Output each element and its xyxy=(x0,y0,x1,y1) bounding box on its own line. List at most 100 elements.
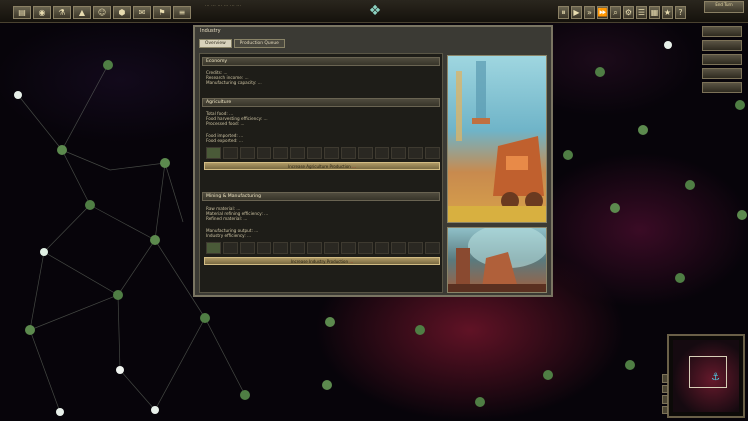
facility-slot[interactable] xyxy=(425,147,441,160)
facility-slot[interactable] xyxy=(222,242,238,255)
list-icon[interactable]: ☰ xyxy=(636,6,647,19)
minimap-zoom-button[interactable] xyxy=(662,395,668,404)
research-icon[interactable]: ⚗ xyxy=(53,6,71,19)
facility-slot[interactable] xyxy=(374,242,390,255)
section-header: Economy xyxy=(202,57,440,66)
diplomacy-icon[interactable]: ✉ xyxy=(133,6,151,19)
side-menu-button[interactable] xyxy=(702,40,742,51)
star-system xyxy=(113,290,123,300)
industry-illustration xyxy=(447,227,547,293)
tab-production-queue[interactable]: Production Queue xyxy=(233,39,285,48)
star-system xyxy=(664,41,672,49)
minimap[interactable]: ⚓ xyxy=(662,334,745,418)
star-icon[interactable]: ★ xyxy=(662,6,673,19)
bar-label: Increase Agriculture Production xyxy=(288,164,351,170)
top-toolbar: ▤ ◉ ⚗ ▲ ☺ ⬢ ✉ ⚑ ≡ ... ... ... ... ... ... ❖ ⏸ ▶» ⏩… xyxy=(0,0,748,23)
minimap-controls xyxy=(662,374,668,414)
facility-slot[interactable] xyxy=(273,242,289,255)
fast-icon[interactable]: » xyxy=(584,6,595,19)
facility-slot[interactable] xyxy=(374,147,390,160)
facility-slot[interactable] xyxy=(324,242,339,255)
facility-slot[interactable] xyxy=(290,242,306,255)
facility-slot[interactable] xyxy=(273,147,289,160)
facility-slot[interactable] xyxy=(324,147,339,160)
resource-readout: ... ... ... ... ... ... xyxy=(205,2,242,7)
star-system xyxy=(563,150,573,160)
minimap-zoom-button[interactable] xyxy=(662,384,668,393)
play-icon[interactable]: ▶ xyxy=(571,6,582,19)
side-menu-button[interactable] xyxy=(702,68,742,79)
facility-slot[interactable] xyxy=(340,147,356,160)
tab-overview[interactable]: Overview xyxy=(199,39,232,48)
factory-artwork xyxy=(448,228,546,292)
people-icon[interactable]: ☺ xyxy=(93,6,111,19)
star-system xyxy=(322,380,332,390)
settings-icon[interactable]: ⚙ xyxy=(623,6,634,19)
side-menu xyxy=(702,26,742,93)
info-line: Manufacturing capacity: ... xyxy=(206,80,262,86)
empire-icon[interactable]: ⚑ xyxy=(153,6,171,19)
agriculture-slots xyxy=(206,147,441,160)
minimap-zoom-button[interactable] xyxy=(662,374,668,383)
facility-slot[interactable] xyxy=(239,242,255,255)
star-system xyxy=(240,390,250,400)
minimap-view-area[interactable]: ⚓ xyxy=(673,340,739,412)
facility-slot[interactable] xyxy=(425,242,441,255)
design-icon[interactable]: ⬢ xyxy=(113,6,131,19)
minimap-zoom-button[interactable] xyxy=(662,405,668,414)
grid-icon[interactable]: ▦ xyxy=(649,6,660,19)
end-turn-button[interactable]: End Turn xyxy=(704,1,744,13)
star-system xyxy=(56,408,64,416)
bar-warning: ... xyxy=(349,259,354,265)
star-system xyxy=(638,125,648,135)
minimap-viewport[interactable] xyxy=(689,356,727,388)
facility-slot[interactable] xyxy=(340,242,356,255)
star-system xyxy=(57,145,67,155)
menu-icon[interactable]: ▤ xyxy=(13,6,31,19)
window-tabs: Overview Production Queue xyxy=(199,39,285,48)
star-system xyxy=(103,60,113,70)
bar-label: Increase Industry Production xyxy=(290,259,349,265)
industry-action-bar[interactable]: Increase Industry Production ... xyxy=(204,257,440,266)
facility-slot[interactable] xyxy=(256,242,272,255)
window-title: Industry xyxy=(200,28,221,34)
star-system xyxy=(415,325,425,335)
agriculture-illustration xyxy=(447,55,547,223)
star-system xyxy=(610,203,620,213)
facility-slot[interactable] xyxy=(307,147,323,160)
economy-section: Economy Credits: ... Research income: ..… xyxy=(202,57,440,86)
facility-slot[interactable] xyxy=(357,242,373,255)
agriculture-action-bar[interactable]: Increase Agriculture Production ... xyxy=(204,162,440,171)
facility-slot[interactable] xyxy=(307,242,323,255)
facility-slot[interactable] xyxy=(391,147,407,160)
agriculture-section: Agriculture Total food: ... Food harvest… xyxy=(202,98,441,171)
star-system xyxy=(14,91,22,99)
farm-machine-artwork xyxy=(448,61,546,222)
facility-slot[interactable] xyxy=(357,147,373,160)
facility-slot[interactable] xyxy=(391,242,407,255)
zoom-icon[interactable]: ⌕ xyxy=(610,6,621,19)
star-system xyxy=(595,67,605,77)
facility-slot[interactable] xyxy=(408,147,424,160)
pause-icon[interactable]: ⏸ xyxy=(558,6,569,19)
faster-icon[interactable]: ⏩ xyxy=(597,6,608,19)
star-system xyxy=(160,158,170,168)
facility-slot[interactable] xyxy=(206,147,221,160)
facility-slot[interactable] xyxy=(239,147,255,160)
speed-buttons: ⏸ ▶» ⏩ ⌕ ⚙ ☰ ▦ ★? xyxy=(558,6,686,19)
facility-slot[interactable] xyxy=(290,147,306,160)
star-system xyxy=(625,360,635,370)
bar-warning: ... xyxy=(352,164,356,170)
ship-icon[interactable]: ▲ xyxy=(73,6,91,19)
facility-slot[interactable] xyxy=(206,242,221,255)
side-menu-button[interactable] xyxy=(702,54,742,65)
info-icon[interactable]: ≡ xyxy=(173,6,191,19)
facility-slot[interactable] xyxy=(408,242,424,255)
side-menu-button[interactable] xyxy=(702,26,742,37)
facility-slot[interactable] xyxy=(256,147,272,160)
help-icon[interactable]: ? xyxy=(675,6,686,19)
facility-slot[interactable] xyxy=(222,147,238,160)
star-system xyxy=(40,248,48,256)
side-menu-button[interactable] xyxy=(702,82,742,93)
planet-icon[interactable]: ◉ xyxy=(33,6,51,19)
